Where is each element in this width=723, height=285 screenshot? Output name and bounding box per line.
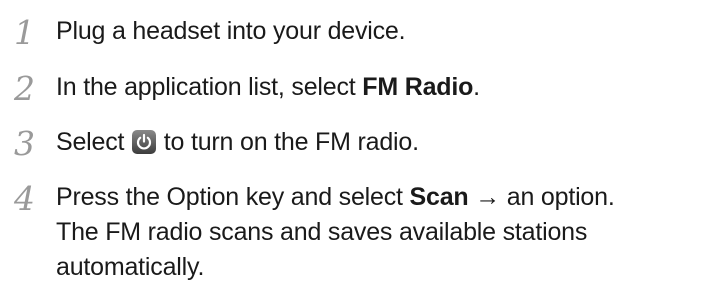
step-text: Select to turn on the FM radio. <box>56 128 419 156</box>
step-number: 3 <box>14 124 35 163</box>
step-text: Press the Option key and select Scan → a… <box>56 180 716 285</box>
step-line: Press the Option key and select Scan → a… <box>56 183 615 211</box>
step-text: In the application list, select FM Radio… <box>56 73 480 101</box>
step-number: 2 <box>14 69 35 108</box>
instruction-steps: 1 Plug a headset into your device. 2 In … <box>0 0 723 282</box>
step-number: 1 <box>14 13 35 52</box>
step-text: Plug a headset into your device. <box>56 17 406 45</box>
menu-item-name: Scan <box>409 183 469 211</box>
power-icon <box>132 130 157 154</box>
step-line: automatically. <box>56 253 205 281</box>
menu-item-name: FM Radio <box>362 73 474 101</box>
step-number: 4 <box>14 179 35 218</box>
step-line: The FM radio scans and saves available s… <box>56 218 588 246</box>
